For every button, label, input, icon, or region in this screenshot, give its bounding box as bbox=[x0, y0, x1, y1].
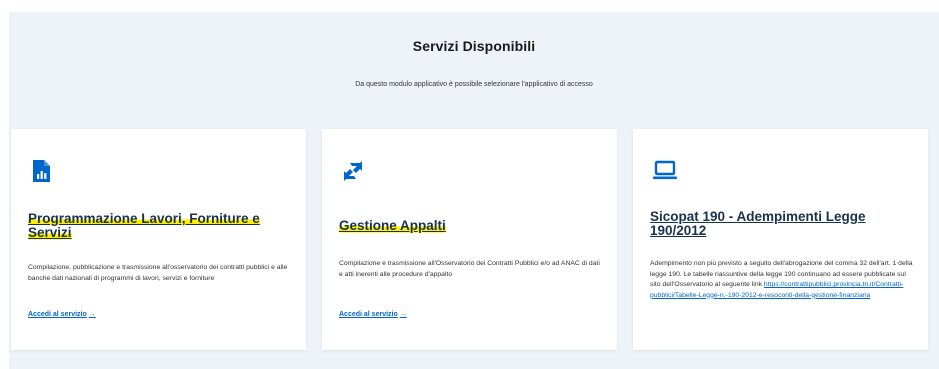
report-chart-icon bbox=[30, 159, 52, 182]
access-service-link[interactable]: Accedi al servizio → bbox=[339, 311, 407, 318]
arrow-right-icon: → bbox=[399, 311, 407, 318]
card-title-line1[interactable]: Sicopat 190 - Adempimenti Legge bbox=[650, 209, 866, 224]
card-title-text[interactable]: Gestione Appalti bbox=[339, 218, 446, 233]
page-subtitle: Da questo modulo applicativo è possibile… bbox=[355, 81, 593, 88]
card-title[interactable]: Programmazione Lavori, Forniture e Servi… bbox=[28, 211, 293, 240]
access-service-link-label[interactable]: Accedi al servizio bbox=[339, 311, 398, 318]
card-title-line2[interactable]: Servizi bbox=[28, 225, 72, 240]
page-title: Servizi Disponibili bbox=[412, 38, 536, 54]
service-card-programmazione: Programmazione Lavori, Forniture e Servi… bbox=[11, 129, 306, 350]
swap-arrows-icon bbox=[341, 159, 363, 181]
service-card-sicopat: Sicopat 190 - Adempimenti Legge 190/2012… bbox=[633, 129, 928, 350]
card-description: Adempimento non più previsto a seguito d… bbox=[650, 259, 916, 301]
card-title[interactable]: Sicopat 190 - Adempimenti Legge 190/2012 bbox=[650, 210, 915, 238]
arrow-right-icon: → bbox=[88, 311, 96, 318]
card-description: Compilazione, pubblicazione e trasmissio… bbox=[28, 264, 288, 282]
access-service-link-label[interactable]: Accedi al servizio bbox=[28, 311, 87, 318]
laptop-icon bbox=[652, 159, 677, 181]
access-service-link[interactable]: Accedi al servizio → bbox=[28, 311, 96, 318]
service-card-gestione-appalti: Gestione Appalti Compilazione e trasmiss… bbox=[322, 129, 617, 350]
card-description: Compilazione e trasmissione all'Osservat… bbox=[339, 260, 600, 278]
card-title-line1[interactable]: Programmazione Lavori, Forniture e bbox=[28, 211, 260, 226]
card-title-line2[interactable]: 190/2012 bbox=[650, 223, 706, 238]
card-title[interactable]: Gestione Appalti bbox=[339, 218, 604, 233]
